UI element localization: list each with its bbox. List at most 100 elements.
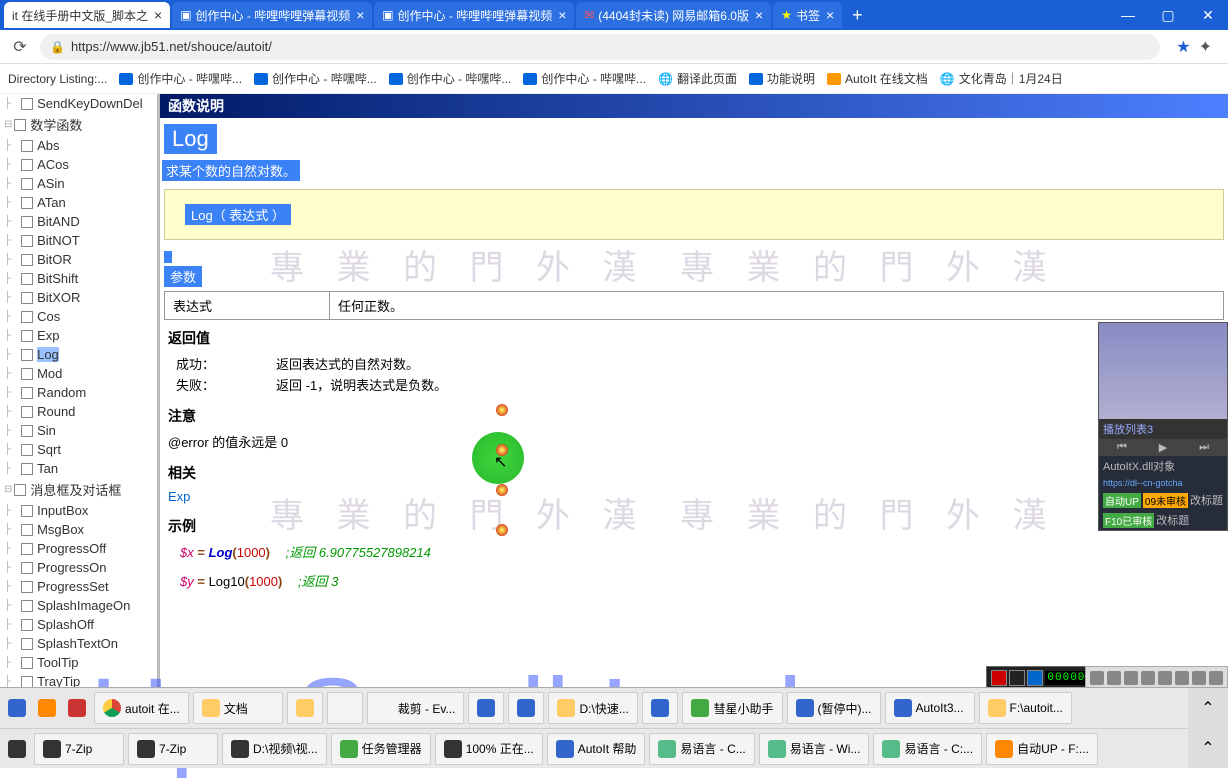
close-icon[interactable]: × <box>826 7 834 23</box>
bookmark-item[interactable]: Directory Listing:... <box>8 72 107 86</box>
bookmark-item[interactable]: AutoIt 在线文档 <box>827 70 928 87</box>
close-icon[interactable]: × <box>154 7 162 23</box>
volume-icon[interactable] <box>1124 671 1138 685</box>
bookmark-item[interactable]: 功能说明 <box>749 70 815 87</box>
sidebar-item-splashimageon[interactable]: ├SplashImageOn <box>0 596 157 615</box>
taskbar-item[interactable] <box>327 692 363 724</box>
sidebar-item-cos[interactable]: ├Cos <box>0 307 157 326</box>
sidebar-item-sqrt[interactable]: ├Sqrt <box>0 440 157 459</box>
taskbar-item[interactable]: 文档 <box>193 692 283 724</box>
record-button[interactable] <box>991 670 1007 686</box>
sidebar-item-atan[interactable]: ├ATan <box>0 193 157 212</box>
7z-icon[interactable] <box>8 740 26 758</box>
url-box[interactable]: 🔒 https://www.jb51.net/shouce/autoit/ <box>40 34 1160 60</box>
bookmark-item[interactable]: 🌐文化青岛｜1月24日 <box>940 70 1063 87</box>
sidebar-item-bitshift[interactable]: ├BitShift <box>0 269 157 288</box>
tab[interactable]: ▣ 创作中心 - 哔哩哔哩弹幕视频 × <box>172 2 372 28</box>
sidebar-item-消息框及对话框[interactable]: ⊟消息框及对话框 <box>0 478 157 501</box>
bookmark-item[interactable]: 创作中心 - 哔嘿哔... <box>389 70 512 87</box>
taskbar-item[interactable]: 彗星小助手 <box>682 692 782 724</box>
play-icon[interactable]: ▶ <box>1159 441 1167 454</box>
sidebar-item-progressoff[interactable]: ├ProgressOff <box>0 539 157 558</box>
tray-icon[interactable] <box>1209 671 1223 685</box>
sidebar-item-bitxor[interactable]: ├BitXOR <box>0 288 157 307</box>
sidebar-item-数学函数[interactable]: ⊟数学函数 <box>0 113 157 136</box>
sidebar-item-asin[interactable]: ├ASin <box>0 174 157 193</box>
sidebar-item-progressset[interactable]: ├ProgressSet <box>0 577 157 596</box>
extensions-icon[interactable]: ✦ <box>1199 37 1212 57</box>
tab[interactable]: ▣ 创作中心 - 哔哩哔哩弹幕视频 × <box>374 2 574 28</box>
tab[interactable]: ✉ (4404封未读) 网易邮箱6.0版 × <box>576 2 771 28</box>
next-icon[interactable]: ⏭ <box>1199 441 1209 454</box>
playlist-label[interactable]: 播放列表3 <box>1099 419 1227 439</box>
sidebar-item-bitnot[interactable]: ├BitNOT <box>0 231 157 250</box>
taskbar-item[interactable]: 100% 正在... <box>435 733 543 765</box>
sidebar-item-mod[interactable]: ├Mod <box>0 364 157 383</box>
taskbar-item[interactable]: AutoIt3... <box>885 692 975 724</box>
taskbar-item[interactable]: 易语言 - C... <box>649 733 754 765</box>
sidebar-item-bitand[interactable]: ├BitAND <box>0 212 157 231</box>
tab[interactable]: ★ 书签 × <box>773 2 842 28</box>
tab-active[interactable]: it 在线手册中文版_脚本之 × <box>4 2 170 28</box>
orange-icon[interactable] <box>38 699 56 717</box>
tray-icon[interactable] <box>1158 671 1172 685</box>
taskbar-item[interactable]: 裁剪 - Ev... <box>367 692 465 724</box>
sidebar-item-sendkeydowndel[interactable]: ├SendKeyDownDel <box>0 94 157 113</box>
taskbar-item[interactable]: 易语言 - Wi... <box>759 733 870 765</box>
close-button[interactable]: ✕ <box>1188 0 1228 30</box>
video-title[interactable]: AutoItX.dll对象 <box>1099 456 1227 476</box>
sidebar-item-tooltip[interactable]: ├ToolTip <box>0 653 157 672</box>
taskbar-chevron[interactable]: ⌃ <box>1188 728 1228 768</box>
close-icon[interactable]: × <box>356 7 364 23</box>
sidebar-item-round[interactable]: ├Round <box>0 402 157 421</box>
video-row[interactable]: 自动UP 09未审核 改标题 <box>1099 490 1227 510</box>
taskbar-item[interactable]: 任务管理器 <box>331 733 431 765</box>
taskbar-chevron[interactable]: ⌃ <box>1188 688 1228 728</box>
tray-icon[interactable] <box>1175 671 1189 685</box>
taskbar-item[interactable] <box>642 692 678 724</box>
tray-icon[interactable] <box>1192 671 1206 685</box>
taskbar-item[interactable]: (暂停中)... <box>787 692 881 724</box>
close-icon[interactable]: × <box>755 7 763 23</box>
taskbar-item[interactable]: 自动UP - F:... <box>986 733 1098 765</box>
sidebar-item-sin[interactable]: ├Sin <box>0 421 157 440</box>
sidebar-item-random[interactable]: ├Random <box>0 383 157 402</box>
sidebar-item-msgbox[interactable]: ├MsgBox <box>0 520 157 539</box>
bookmark-star-icon[interactable]: ★ <box>1176 37 1190 57</box>
taskbar-item[interactable]: D:\视频\视... <box>222 733 327 765</box>
taskbar-item[interactable]: 7-Zip <box>128 733 218 765</box>
reload-button[interactable]: ⟳ <box>8 37 32 57</box>
sidebar-item-bitor[interactable]: ├BitOR <box>0 250 157 269</box>
sidebar-item-traytip[interactable]: ├TrayTip <box>0 672 157 688</box>
taskbar-item[interactable]: F:\autoit... <box>979 692 1072 724</box>
tray-icon[interactable] <box>1107 671 1121 685</box>
bookmark-item[interactable]: 创作中心 - 哔嘿哔... <box>119 70 242 87</box>
bookmark-item[interactable]: 创作中心 - 哔嘿哔... <box>523 70 646 87</box>
sidebar-item-exp[interactable]: ├Exp <box>0 326 157 345</box>
sidebar-item-progresson[interactable]: ├ProgressOn <box>0 558 157 577</box>
taskbar-item[interactable] <box>468 692 504 724</box>
taskbar-item[interactable]: 7-Zip <box>34 733 124 765</box>
taskbar-item[interactable]: AutoIt 帮助 <box>547 733 646 765</box>
stop-button[interactable] <box>1009 670 1025 686</box>
sidebar[interactable]: ├SendKeyDownDel⊟数学函数├Abs├ACos├ASin├ATan├… <box>0 94 160 688</box>
video-widget[interactable]: 播放列表3 ⏮ ▶ ⏭ AutoItX.dll对象 https://dl--cn… <box>1098 322 1228 531</box>
sidebar-item-acos[interactable]: ├ACos <box>0 155 157 174</box>
video-row[interactable]: F10已审核 改标题 <box>1099 510 1227 530</box>
red-icon[interactable] <box>68 699 86 717</box>
taskbar-item[interactable]: 易语言 - C:... <box>873 733 982 765</box>
bookmark-item[interactable]: 创作中心 - 哔嘿哔... <box>254 70 377 87</box>
sidebar-item-log[interactable]: ├Log <box>0 345 157 364</box>
sidebar-item-splashoff[interactable]: ├SplashOff <box>0 615 157 634</box>
related-link[interactable]: Exp <box>168 489 1220 504</box>
tray-icon[interactable] <box>1141 671 1155 685</box>
taskbar-item[interactable]: D:\快速... <box>548 692 638 724</box>
maximize-button[interactable]: ▢ <box>1148 0 1188 30</box>
taskbar-item[interactable]: autoit 在... <box>94 692 189 724</box>
sidebar-item-inputbox[interactable]: ├InputBox <box>0 501 157 520</box>
taskbar-item[interactable] <box>508 692 544 724</box>
bookmark-item[interactable]: 🌐翻译此页面 <box>658 70 737 87</box>
close-icon[interactable]: × <box>558 7 566 23</box>
video-thumbnail[interactable] <box>1099 323 1227 419</box>
sidebar-item-splashtexton[interactable]: ├SplashTextOn <box>0 634 157 653</box>
